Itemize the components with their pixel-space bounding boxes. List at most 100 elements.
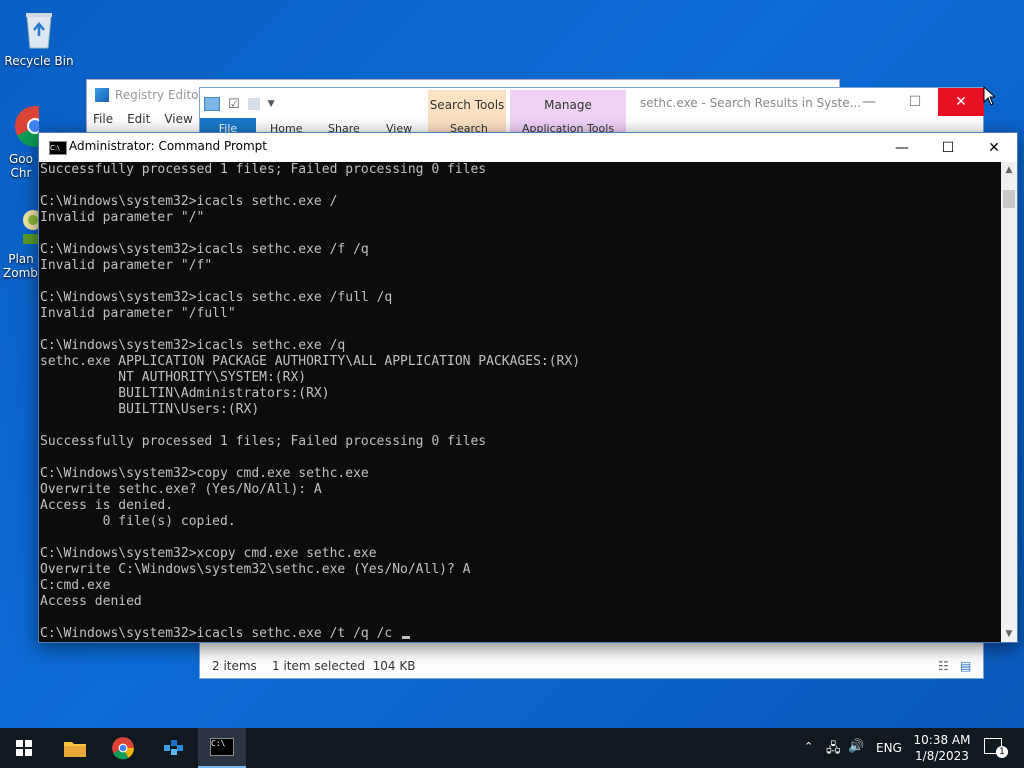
desktop-icon-label: Recycle Bin [4,54,74,68]
menu-view[interactable]: View [164,112,192,126]
cmd-titlebar[interactable]: C:\ Administrator: Command Prompt — ☐ ✕ [39,133,1017,162]
close-button[interactable]: ✕ [938,88,984,116]
console-line: BUILTIN\Users:(RX) [40,402,260,417]
chevron-down-icon[interactable]: ▼ [268,99,275,109]
taskbar-chrome[interactable] [100,728,146,768]
minimize-icon: — [895,139,909,156]
maximize-button[interactable]: ☐ [892,88,938,116]
registry-editor-menubar: File Edit View [93,112,193,126]
desktop-icon-label: Goo Chr [9,152,33,180]
explorer-ribbon: ☑ ▼ Search Tools Manage sethc.exe - Sear… [200,88,984,136]
cmd-close-button[interactable]: ✕ [971,133,1017,162]
close-icon: ✕ [955,94,967,110]
console-line: Invalid parameter "/" [40,210,205,225]
command-prompt-icon: C:\ [49,141,67,155]
selection-info: 1 item selected 104 KB [272,659,416,673]
maximize-icon: ☐ [908,94,922,110]
folder-icon[interactable] [204,97,220,111]
regedit-icon [164,740,183,755]
command-prompt-window[interactable]: C:\ Administrator: Command Prompt — ☐ ✕ … [38,132,1018,643]
desktop-icon-plants-zombies[interactable]: Plan Zombi [3,204,39,280]
scroll-up-icon[interactable]: ▲ [1001,162,1017,178]
item-count: 2 items [212,659,257,673]
cmd-title: Administrator: Command Prompt [69,139,267,153]
console-line: Successfully processed 1 files; Failed p… [40,162,487,177]
search-tools-label: Search Tools [429,98,505,112]
registry-editor-title: Registry Editor [115,88,204,102]
minimize-button[interactable]: — [846,88,892,116]
chrome-icon [112,737,134,760]
menu-edit[interactable]: Edit [127,112,150,126]
console-line: Invalid parameter "/f" [40,258,213,273]
desktop-icon-label: Plan Zombi [3,252,39,280]
maximize-icon: ☐ [941,139,955,156]
system-tray: ⌃ 🖧 🔊 ENG 10:38 AM 1/8/2023 1 [800,728,1024,768]
windows-logo-icon [16,740,32,756]
explorer-status-bar: 2 items 1 item selected 104 KB ☷ ▤ [200,654,983,678]
console-line: C:\Windows\system32>icacls sethc.exe /q [40,338,346,353]
start-button[interactable] [0,728,48,768]
language-indicator[interactable]: ENG [876,741,902,755]
volume-icon[interactable]: 🔊 [848,739,864,754]
details-view-icon[interactable]: ☷ [938,659,949,673]
taskbar: C:\ ⌃ 🖧 🔊 ENG 10:38 AM 1/8/2023 1 [0,728,1024,768]
console-line: Overwrite C:\Windows\system32\sethc.exe … [40,562,471,577]
explorer-title: sethc.exe - Search Results in Syste... [640,96,862,110]
properties-icon[interactable]: ☑ [228,97,240,112]
notification-count-badge: 1 [996,746,1008,758]
cmd-minimize-button[interactable]: — [879,133,925,162]
console-line: Access is denied. [40,498,174,513]
clock-date: 1/8/2023 [915,749,969,763]
taskbar-command-prompt[interactable]: C:\ [198,728,246,768]
clock[interactable]: 10:38 AM 1/8/2023 [908,732,976,764]
console-line: C:\Windows\system32>icacls sethc.exe / [40,194,338,209]
console-line: C:\Windows\system32>icacls sethc.exe /t … [40,626,1002,642]
console-line: Invalid parameter "/full" [40,306,236,321]
console-line: C:cmd.exe [40,578,111,593]
recycle-bin-icon [17,6,61,50]
command-prompt-icon: C:\ [210,738,234,756]
console-line: C:\Windows\system32>copy cmd.exe sethc.e… [40,466,369,481]
menu-file[interactable]: File [93,112,113,126]
console-line: NT AUTHORITY\SYSTEM:(RX) [40,370,307,385]
text-cursor [402,636,411,639]
quick-access-toolbar: ☑ ▼ [204,94,275,114]
mouse-pointer-icon [983,86,995,106]
console-line: Access denied [40,594,142,609]
desktop-icon-chrome[interactable]: Goo Chr [3,104,39,180]
minimize-icon: — [862,94,876,110]
network-icon[interactable]: 🖧 [826,739,841,761]
close-icon: ✕ [988,139,1000,156]
scroll-down-icon[interactable]: ▼ [1001,626,1017,642]
manage-label: Manage [544,98,592,112]
scroll-thumb[interactable] [1003,190,1015,208]
cmd-scrollbar[interactable]: ▲ ▼ [1001,162,1017,642]
console-output[interactable]: Successfully processed 1 files; Failed p… [39,162,1002,642]
console-line: C:\Windows\system32>xcopy cmd.exe sethc.… [40,546,377,561]
desktop-icon-recycle-bin[interactable]: Recycle Bin [3,6,75,68]
console-line: C:\Windows\system32>icacls sethc.exe /fu… [40,290,393,305]
console-line: 0 file(s) copied. [40,514,236,529]
file-explorer-icon [64,742,86,757]
taskbar-regedit[interactable] [150,728,196,768]
console-line: Overwrite sethc.exe? (Yes/No/All): A [40,482,322,497]
chevron-up-icon[interactable]: ⌃ [804,740,813,753]
taskbar-file-explorer[interactable] [52,728,98,768]
plants-zombies-icon [13,204,39,248]
console-line: sethc.exe APPLICATION PACKAGE AUTHORITY\… [40,354,581,369]
chrome-icon [13,104,39,148]
console-line: BUILTIN\Administrators:(RX) [40,386,330,401]
cmd-maximize-button[interactable]: ☐ [925,133,971,162]
large-icons-view-icon[interactable]: ▤ [960,659,971,673]
console-line: Successfully processed 1 files; Failed p… [40,434,487,449]
regedit-icon [95,88,109,102]
clock-time: 10:38 AM [913,733,971,747]
new-folder-icon[interactable] [247,98,260,110]
